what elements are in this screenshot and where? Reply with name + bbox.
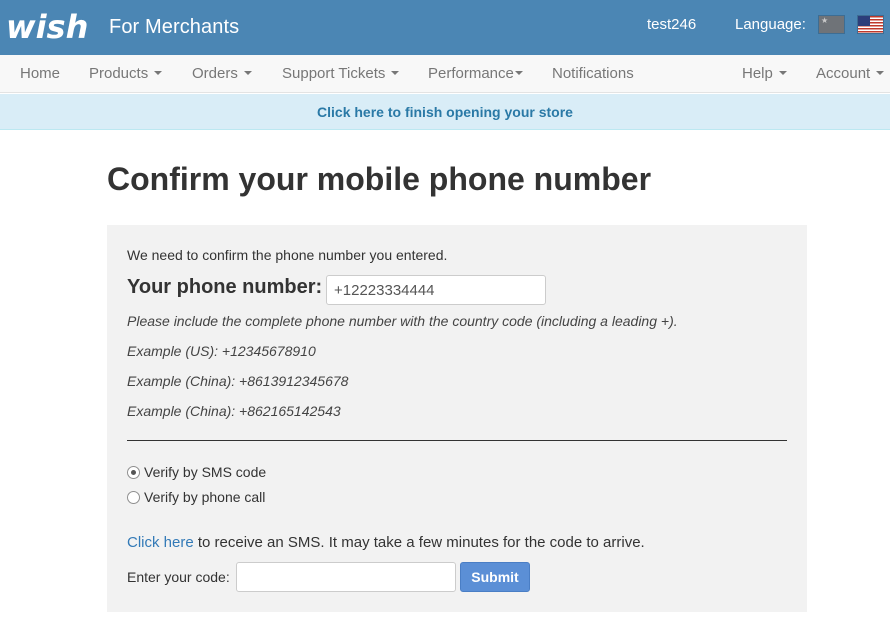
nav-notifications-label: Notifications [552,65,634,82]
nav-performance[interactable]: Performance [428,65,523,82]
flag-star-icon: ★ [821,16,829,25]
chevron-down-icon [876,71,885,76]
nav-help-label: Help [742,65,773,82]
divider [127,440,787,441]
example-china-mobile: Example (China): +8613912345678 [127,373,349,389]
us-flag-graphic [858,16,883,33]
us-flag-icon[interactable] [857,15,884,34]
verify-call-radio[interactable] [127,491,140,504]
language-label: Language: [735,16,806,33]
chevron-down-icon [514,71,523,76]
verify-call-label: Verify by phone call [144,489,266,505]
nav-orders[interactable]: Orders [192,65,252,82]
send-sms-link[interactable]: Click here [127,534,194,551]
nav-orders-label: Orders [192,65,238,82]
sms-instructions-text: to receive an SMS. It may take a few min… [193,534,645,551]
top-header: wish For Merchants test246 Language: ★ [0,0,890,55]
finish-store-banner: Click here to finish opening your store [0,94,890,130]
nav-home-label: Home [20,65,61,82]
nav-products-label: Products [89,65,149,82]
username[interactable]: test246 [647,16,696,33]
example-us: Example (US): +12345678910 [127,343,316,359]
chevron-down-icon [154,71,163,76]
code-input[interactable] [236,562,456,592]
finish-store-link[interactable]: Click here to finish opening your store [317,104,573,120]
brand-subtitle: For Merchants [109,16,240,38]
wish-logo[interactable]: wish [6,6,96,46]
intro-text: We need to confirm the phone number you … [127,247,448,263]
china-flag-icon[interactable]: ★ [818,15,845,34]
chevron-down-icon [391,71,400,76]
phone-help-text: Please include the complete phone number… [127,313,678,329]
nav-account-label: Account [816,65,871,82]
chevron-down-icon [778,71,787,76]
phone-label: Your phone number: [127,276,323,298]
nav-home[interactable]: Home [20,65,60,82]
nav-support-tickets[interactable]: Support Tickets [282,65,400,82]
phone-confirm-panel: We need to confirm the phone number you … [107,225,807,612]
nav-products[interactable]: Products [89,65,163,82]
submit-button[interactable]: Submit [460,562,530,592]
phone-input[interactable] [326,275,546,305]
verify-call-option[interactable]: Verify by phone call [127,489,265,505]
page-title: Confirm your mobile phone number [107,161,652,197]
verify-sms-radio[interactable] [127,466,140,479]
sms-instructions: Click here to receive an SMS. It may tak… [127,534,645,551]
main-nav: Home Products Orders Support Tickets Per… [0,55,890,93]
svg-text:wish: wish [6,8,88,46]
nav-support-tickets-label: Support Tickets [282,65,386,82]
example-china-landline: Example (China): +862165142543 [127,403,341,419]
verify-sms-option[interactable]: Verify by SMS code [127,464,266,480]
chevron-down-icon [243,71,252,76]
nav-performance-label: Performance [428,65,514,82]
code-label: Enter your code: [127,569,230,585]
nav-help[interactable]: Help [742,65,787,82]
nav-account[interactable]: Account [816,65,885,82]
nav-notifications[interactable]: Notifications [552,65,634,82]
verify-sms-label: Verify by SMS code [144,464,267,480]
